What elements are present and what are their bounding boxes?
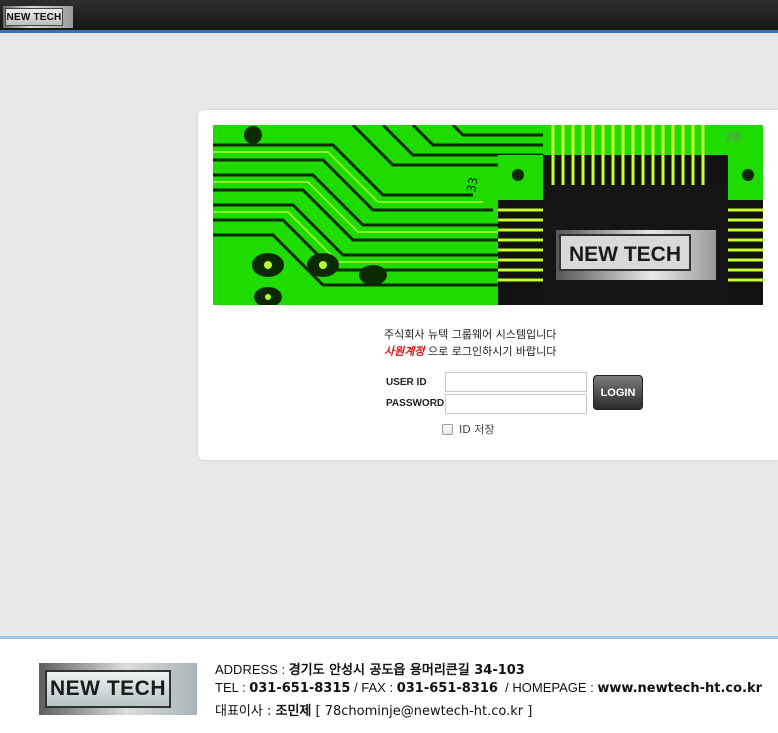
tel-label: TEL : — [215, 680, 250, 695]
footer-logo: NEW TECH — [39, 663, 197, 715]
save-id-row[interactable]: ID 저장 — [442, 421, 494, 437]
save-id-checkbox[interactable] — [442, 423, 453, 435]
footer-ceo: 대표이사 : 조민제 [ 78chominje@newtech-ht.co.kr… — [215, 700, 532, 719]
login-card: NEW TECH 33 28 주식회사 뉴텍 그룹웨어 시스템입니다 사원계정 … — [198, 110, 778, 460]
password-input[interactable] — [445, 394, 587, 414]
header-logo-text: NEW TECH — [5, 8, 63, 26]
address-label: ADDRESS : — [215, 662, 289, 677]
fax-value: 031-651-8316 — [396, 681, 498, 696]
footer: NEW TECH ADDRESS : 경기도 안성시 공도읍 용머리큰길 34-… — [0, 636, 778, 733]
fax-label: / FAX : — [350, 680, 397, 695]
ceo-value: 조민제 — [275, 704, 312, 719]
user-id-label: USER ID — [386, 377, 427, 388]
footer-address: ADDRESS : 경기도 안성시 공도읍 용머리큰길 34-103 — [215, 659, 525, 678]
homepage-label: / HOMEPAGE : — [497, 680, 598, 695]
footer-logo-text: NEW TECH — [45, 670, 171, 708]
save-id-label: ID 저장 — [459, 423, 495, 436]
login-message-line2-rest: 으로 로그인하시기 바랍니다 — [424, 345, 557, 358]
tel-value: 031-651-8315 — [249, 681, 351, 696]
address-value: 경기도 안성시 공도읍 용머리큰길 34-103 — [288, 663, 525, 678]
circuit-board-graphic: NEW TECH 33 28 — [213, 125, 763, 305]
pin-label-33: 33 — [464, 176, 480, 193]
top-bar: NEW TECH — [0, 0, 778, 33]
login-message-line1: 주식회사 뉴텍 그룹웨어 시스템입니다 — [384, 328, 557, 341]
ceo-email: [ 78chominje@newtech-ht.co.kr ] — [311, 704, 533, 719]
homepage-link[interactable]: www.newtech-ht.co.kr — [597, 681, 762, 696]
circuit-banner-image: NEW TECH 33 28 — [213, 125, 763, 305]
login-button[interactable]: LOGIN — [593, 375, 643, 410]
footer-contact: TEL : 031-651-8315 / FAX : 031-651-8316 … — [215, 680, 762, 696]
ceo-label: 대표이사 : — [215, 704, 276, 719]
user-id-input[interactable] — [445, 372, 587, 392]
login-message: 주식회사 뉴텍 그룹웨어 시스템입니다 사원계정 으로 로그인하시기 바랍니다 — [384, 326, 644, 360]
header-logo[interactable]: NEW TECH — [3, 6, 73, 28]
account-type-label: 사원계정 — [384, 345, 425, 358]
login-message-line2: 사원계정 으로 로그인하시기 바랍니다 — [384, 343, 644, 360]
pin-label-28: 28 — [725, 130, 740, 144]
banner-logo-text: NEW TECH — [569, 243, 681, 266]
password-label: PASSWORD — [386, 398, 445, 409]
